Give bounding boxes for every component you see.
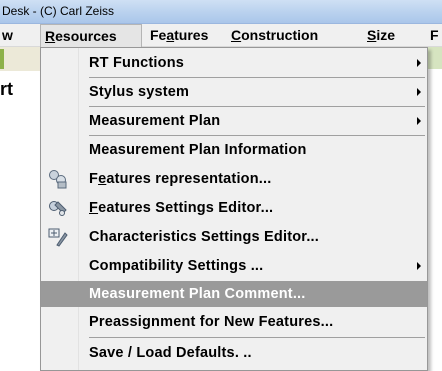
- menu-item-characteristics-settings-editor[interactable]: Characteristics Settings Editor...: [41, 223, 427, 252]
- menu-item-label: Features representation...: [89, 171, 272, 187]
- menu-item-label: Preassignment for New Features...: [89, 314, 334, 330]
- menu-item-label: Stylus system: [89, 84, 190, 100]
- background-text-fragment: rt: [0, 79, 13, 99]
- menu-item-rt-functions[interactable]: RT Functions: [41, 49, 427, 78]
- menu-item-label: RT Functions: [89, 55, 185, 71]
- submenu-arrow-icon: [417, 59, 421, 67]
- characteristics-settings-icon: [47, 227, 69, 247]
- toolbar-icon-fragment: [0, 49, 4, 69]
- menu-partial-f[interactable]: F: [430, 24, 439, 47]
- resources-dropdown-menu: RT Functions Stylus system Measurement P…: [40, 47, 428, 371]
- menu-item-label: Save / Load Defaults. ..: [89, 345, 252, 361]
- menu-features[interactable]: Features: [150, 24, 208, 47]
- menu-item-label: Features Settings Editor...: [89, 200, 274, 216]
- menu-construction[interactable]: Construction: [231, 24, 318, 47]
- menu-view[interactable]: w: [2, 24, 13, 47]
- menu-item-save-load-defaults[interactable]: Save / Load Defaults. ..: [41, 339, 427, 368]
- menu-item-label: Measurement Plan: [89, 113, 221, 129]
- menu-resources[interactable]: Resources: [40, 24, 142, 47]
- submenu-arrow-icon: [417, 262, 421, 270]
- menu-item-features-settings-editor[interactable]: Features Settings Editor...: [41, 194, 427, 223]
- title-bar: Desk - (C) Carl Zeiss: [0, 0, 442, 24]
- menu-item-measurement-plan-information[interactable]: Measurement Plan Information: [41, 136, 427, 165]
- menu-item-compatibility-settings[interactable]: Compatibility Settings ...: [41, 252, 427, 281]
- features-representation-icon: [47, 169, 69, 189]
- submenu-arrow-icon: [417, 117, 421, 125]
- right-toolbar-fragment: [428, 47, 442, 69]
- menu-item-label: Measurement Plan Information: [89, 142, 307, 158]
- submenu-arrow-icon: [417, 88, 421, 96]
- features-settings-icon: [47, 198, 69, 218]
- menu-item-label: Measurement Plan Comment...: [89, 286, 306, 302]
- menu-item-measurement-plan[interactable]: Measurement Plan: [41, 107, 427, 136]
- menu-item-label: Characteristics Settings Editor...: [89, 229, 320, 245]
- window-title: Desk - (C) Carl Zeiss: [2, 4, 115, 18]
- menu-item-features-representation[interactable]: Features representation...: [41, 165, 427, 194]
- menu-item-label: Compatibility Settings ...: [89, 258, 264, 274]
- menu-size[interactable]: Size: [367, 24, 395, 47]
- menu-bar: w Resources Features Construction Size F: [0, 24, 442, 47]
- menu-separator: [89, 337, 425, 338]
- menu-item-measurement-plan-comment[interactable]: Measurement Plan Comment...: [41, 281, 427, 307]
- menu-item-stylus-system[interactable]: Stylus system: [41, 78, 427, 107]
- menu-item-preassignment-new-features[interactable]: Preassignment for New Features...: [41, 308, 427, 337]
